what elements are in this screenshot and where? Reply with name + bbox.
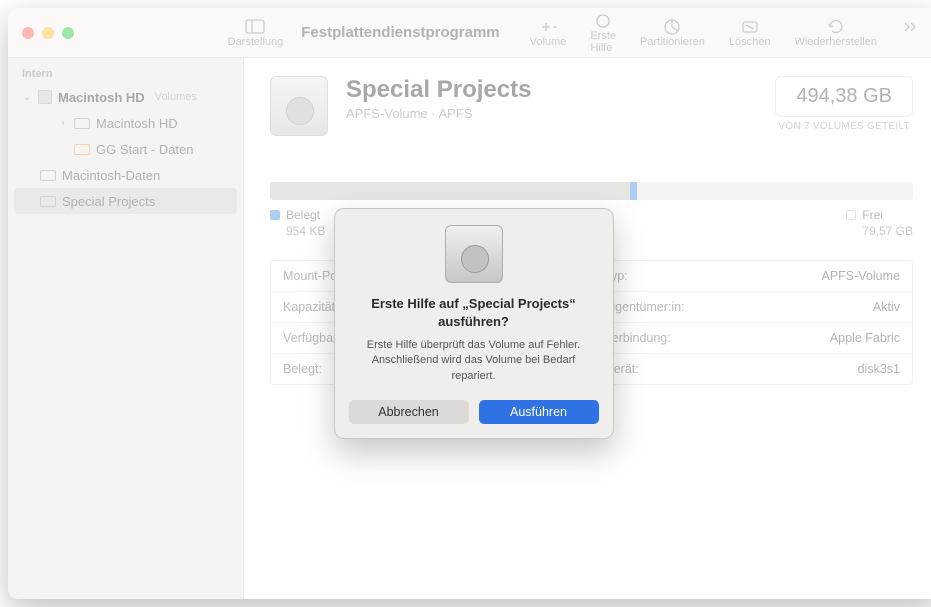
dialog-disk-icon: [445, 225, 503, 283]
cancel-button[interactable]: Abbrechen: [349, 400, 469, 424]
dialog-title: Erste Hilfe auf „Special Projects“ ausfü…: [349, 295, 599, 330]
confirm-button[interactable]: Ausführen: [479, 400, 599, 424]
dialog-body: Erste Hilfe überprüft das Volume auf Feh…: [349, 338, 599, 384]
disk-utility-window: Darstellung Festplattendienstprogramm Vo…: [8, 8, 931, 599]
first-aid-dialog: Erste Hilfe auf „Special Projects“ ausfü…: [334, 208, 614, 439]
